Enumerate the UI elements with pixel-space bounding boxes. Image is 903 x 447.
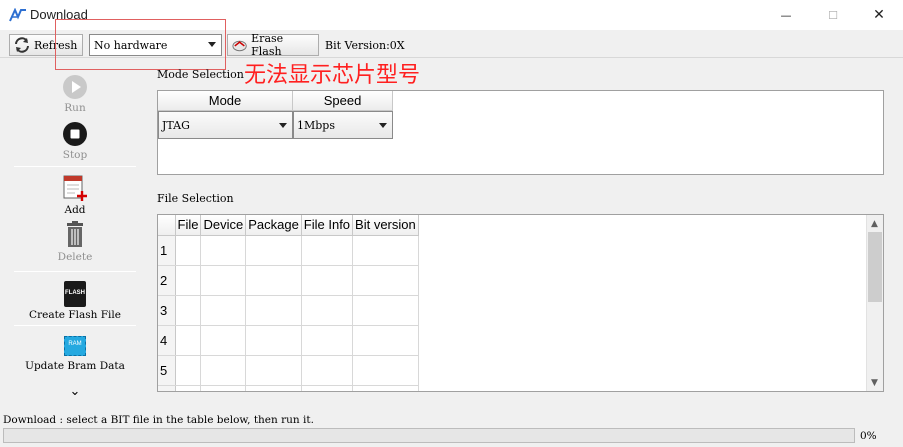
stop-label: Stop [62, 149, 88, 161]
package-column-header[interactable]: Package [245, 215, 302, 236]
expand-more-icon[interactable]: ⌄ [68, 384, 82, 399]
row-number: 1 [158, 235, 176, 266]
run-label: Run [64, 102, 86, 114]
table-cell[interactable] [200, 235, 247, 266]
annotation-box [55, 19, 226, 70]
row-number: 2 [158, 265, 176, 296]
sidebar-divider [14, 166, 136, 167]
run-button[interactable]: Run [14, 74, 136, 114]
app-logo-icon [9, 8, 26, 22]
table-cell[interactable] [352, 325, 419, 356]
table-row[interactable] [158, 385, 419, 391]
bit-version-column-header[interactable]: Bit version [352, 215, 419, 236]
mode-selection-table: Mode Speed JTAG 1Mbps [157, 90, 884, 175]
progress-bar [3, 428, 855, 443]
table-cell[interactable] [352, 355, 419, 386]
erase-flash-button[interactable]: Erase Flash [227, 32, 319, 58]
table-cell[interactable] [200, 355, 247, 386]
speed-select-value: 1Mbps [297, 118, 335, 132]
flash-file-icon: FLASH [64, 281, 86, 307]
speed-select[interactable]: 1Mbps [293, 111, 393, 139]
row-number: 3 [158, 295, 176, 326]
scrollbar-thumb[interactable] [868, 232, 882, 302]
minimize-button[interactable]: — [763, 0, 809, 30]
table-cell[interactable] [175, 325, 202, 356]
scroll-up-icon[interactable]: ▲ [866, 216, 883, 232]
close-button[interactable]: ✕ [856, 0, 902, 30]
minimize-icon: — [780, 8, 792, 22]
chevron-down-icon [379, 123, 387, 128]
table-row[interactable]: 4 [158, 325, 419, 356]
table-cell[interactable] [200, 325, 247, 356]
row-header-corner [158, 215, 176, 236]
file-info-column-header[interactable]: File Info [301, 215, 354, 236]
table-cell[interactable] [301, 355, 354, 386]
file-selection-label: File Selection [157, 192, 234, 205]
table-cell[interactable] [352, 295, 419, 326]
table-cell[interactable] [245, 265, 302, 296]
ram-chip-icon: RAM [62, 334, 88, 358]
table-cell[interactable] [200, 295, 247, 326]
add-button[interactable]: Add [14, 174, 136, 216]
progress-percent: 0% [860, 430, 877, 442]
speed-column-header: Speed [293, 91, 393, 111]
table-row[interactable]: 5 [158, 355, 419, 386]
table-cell[interactable] [245, 235, 302, 266]
play-icon [63, 75, 87, 99]
table-cell[interactable] [301, 235, 354, 266]
mode-selection-label: Mode Selection [157, 68, 244, 81]
more-glyph: ⌄ [69, 384, 81, 399]
maximize-button[interactable]: ☐ [810, 0, 856, 30]
table-cell[interactable] [175, 235, 202, 266]
table-cell[interactable] [245, 325, 302, 356]
maximize-icon: ☐ [828, 8, 838, 22]
table-cell[interactable] [352, 265, 419, 296]
sidebar-divider [14, 325, 136, 326]
table-cell[interactable] [245, 295, 302, 326]
table-row[interactable]: 3 [158, 295, 419, 326]
table-cell[interactable] [301, 295, 354, 326]
table-cell[interactable] [301, 265, 354, 296]
file-column-header[interactable]: File [175, 215, 202, 236]
status-message: Download : select a BIT file in the tabl… [3, 414, 314, 426]
mode-select-value: JTAG [162, 118, 190, 132]
add-file-icon [63, 175, 87, 201]
create-flash-file-button[interactable]: FLASH Create Flash File [14, 281, 136, 321]
row-number: 4 [158, 325, 176, 356]
mode-column-header: Mode [158, 91, 293, 111]
create-flash-label: Create Flash File [29, 309, 121, 321]
annotation-text: 无法显示芯片型号 [244, 63, 421, 88]
update-bram-button[interactable]: RAM Update Bram Data [14, 334, 136, 372]
mode-select[interactable]: JTAG [158, 111, 293, 139]
ram-icon-text: RAM [68, 341, 82, 347]
close-icon: ✕ [873, 7, 885, 23]
delete-label: Delete [57, 251, 93, 263]
table-cell[interactable] [301, 325, 354, 356]
table-cell[interactable] [175, 295, 202, 326]
table-row[interactable]: 2 [158, 265, 419, 296]
stop-button[interactable]: Stop [14, 121, 136, 161]
device-column-header[interactable]: Device [200, 215, 247, 236]
sidebar-divider [14, 271, 136, 272]
table-row[interactable]: 1 [158, 235, 419, 266]
row-number: 5 [158, 355, 176, 386]
trash-icon [67, 221, 83, 247]
flash-icon-text: FLASH [65, 290, 85, 296]
table-cell[interactable] [175, 355, 202, 386]
bit-version-text: Bit Version:0X [325, 39, 405, 52]
file-selection-table: File Device Package File Info Bit versio… [157, 214, 884, 392]
refresh-icon [15, 37, 29, 53]
table-cell[interactable] [200, 265, 247, 296]
table-cell[interactable] [245, 355, 302, 386]
update-bram-label: Update Bram Data [25, 360, 125, 372]
delete-button[interactable]: Delete [14, 221, 136, 263]
stop-icon [63, 122, 87, 146]
erase-icon [232, 40, 247, 52]
erase-flash-label: Erase Flash [251, 32, 284, 58]
chevron-down-icon [279, 123, 287, 128]
scroll-down-icon[interactable]: ▼ [866, 375, 883, 391]
add-label: Add [64, 204, 86, 216]
table-cell[interactable] [352, 235, 419, 266]
table-cell[interactable] [175, 265, 202, 296]
